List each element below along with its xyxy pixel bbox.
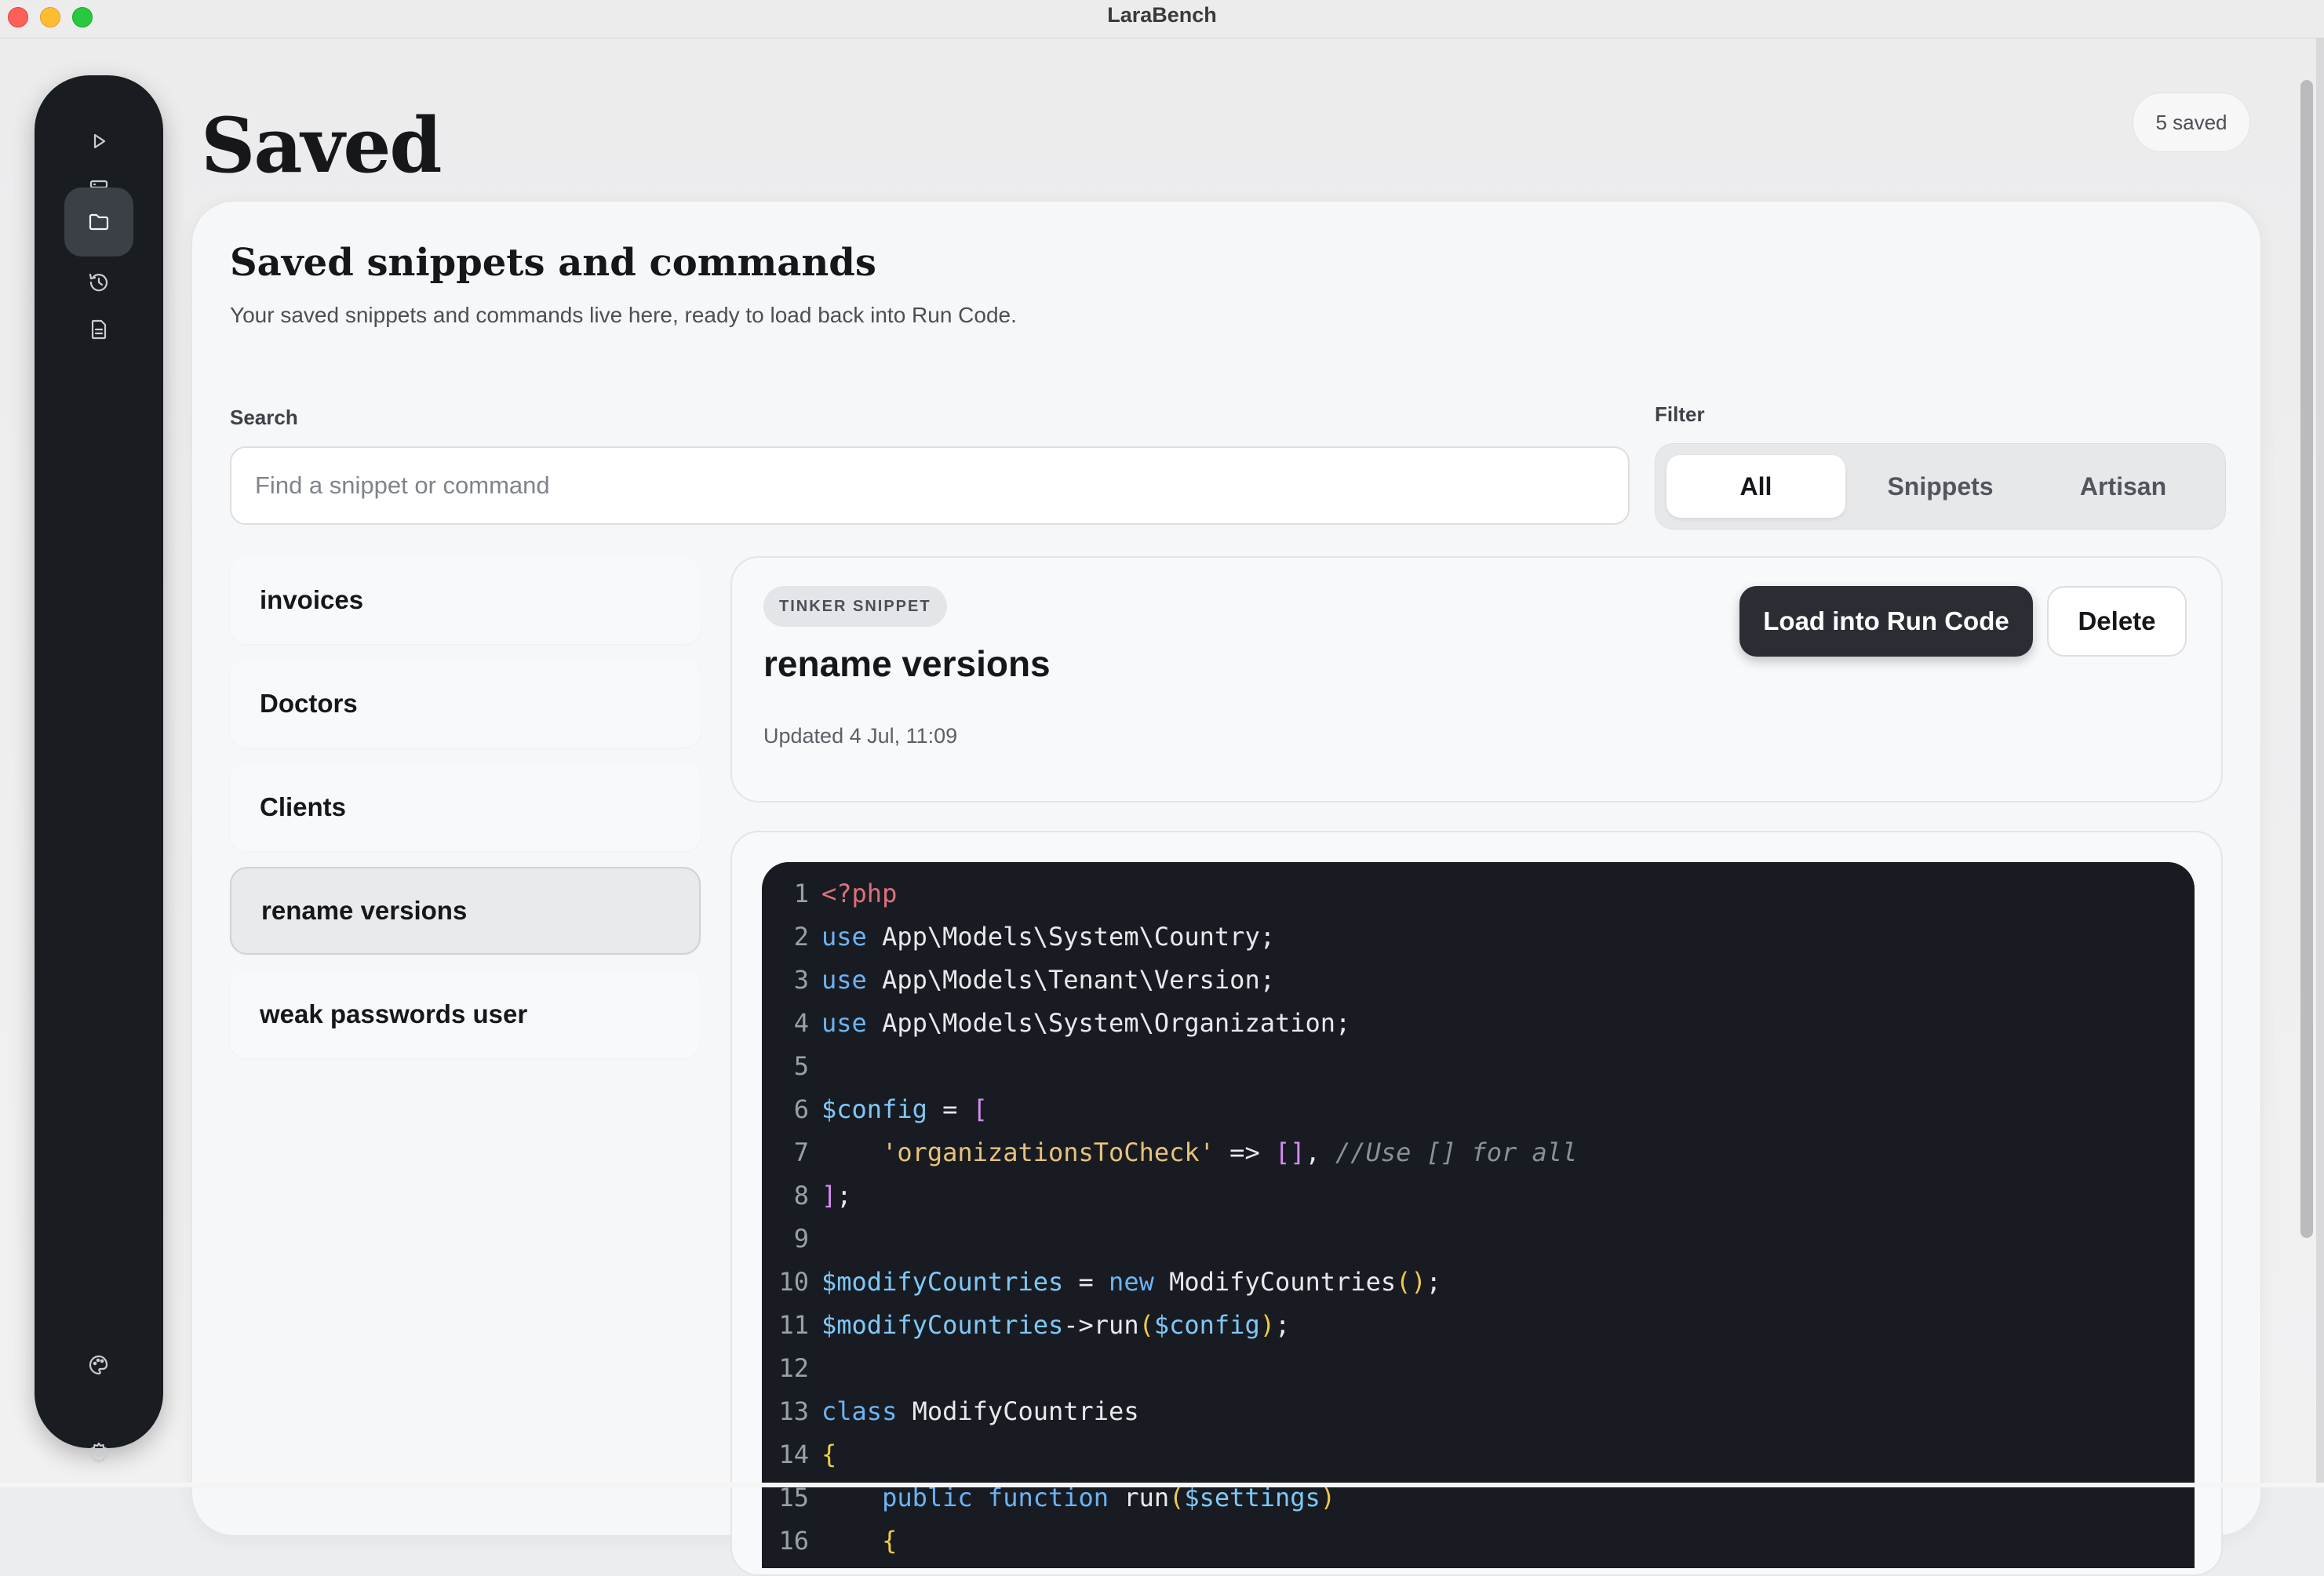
code-text: use App\Models\System\Organization; <box>821 1008 1351 1038</box>
code-line: 7 'organizationsToCheck' => [], //Use []… <box>762 1132 1578 1173</box>
card-description: Your saved snippets and commands live he… <box>230 303 1017 327</box>
line-number: 9 <box>793 1224 809 1254</box>
list-item[interactable]: Doctors <box>230 660 701 748</box>
line-number: 10 <box>778 1267 809 1297</box>
palette-icon <box>89 1355 108 1375</box>
snippet-type-tag: TINKER SNIPPET <box>763 586 947 627</box>
code-text: use App\Models\Tenant\Version; <box>821 965 1275 995</box>
window-edge <box>2316 38 2324 1487</box>
search-input[interactable] <box>230 446 1630 525</box>
code-line: 11 $modifyCountries->run($config); <box>762 1305 1290 1345</box>
filter-option-snippets[interactable]: Snippets <box>1851 455 2030 518</box>
code-line: 3 use App\Models\Tenant\Version; <box>762 959 1275 1000</box>
code-line: 6 $config = [ <box>762 1089 988 1130</box>
code-text: { <box>882 1526 898 1556</box>
line-number: 14 <box>778 1440 809 1469</box>
code-line: 8]; <box>762 1175 852 1216</box>
sidebar-item-saved[interactable] <box>64 187 133 257</box>
line-number: 8 <box>793 1181 809 1210</box>
line-number: 13 <box>778 1396 809 1426</box>
play-icon <box>93 133 106 149</box>
code-text: ]; <box>821 1181 852 1210</box>
code-text: $config = [ <box>821 1094 988 1124</box>
search-label: Search <box>230 406 298 429</box>
sidebar-item-settings[interactable] <box>64 1418 133 1487</box>
code-line: 12 <box>762 1348 821 1389</box>
line-number: 1 <box>793 879 809 908</box>
saved-count-badge: 5 saved <box>2133 93 2250 152</box>
code-line: 4 use App\Models\System\Organization; <box>762 1003 1351 1043</box>
code-text: <?php <box>821 879 898 908</box>
line-number: 3 <box>793 965 809 995</box>
line-number: 2 <box>793 922 809 952</box>
line-number: 16 <box>778 1526 809 1556</box>
icon-sidebar <box>35 75 163 1464</box>
window-bottom-edge <box>0 1483 2324 1487</box>
snippet-updated-timestamp: Updated 4 Jul, 11:09 <box>763 724 958 748</box>
code-text: $modifyCountries = new ModifyCountries()… <box>821 1267 1441 1297</box>
snippet-title: rename versions <box>763 643 1051 684</box>
code-text: class ModifyCountries <box>821 1396 1139 1426</box>
list-item[interactable]: invoices <box>230 556 701 644</box>
line-number: 5 <box>793 1051 809 1081</box>
code-text: 'organizationsToCheck' => [], //Use [] f… <box>882 1137 1578 1167</box>
code-line: 5 <box>762 1046 821 1086</box>
code-editor[interactable]: 1 <?php 2 use App\Models\System\Country; 3 us… <box>762 862 2195 1568</box>
snippet-detail-panel: TINKER SNIPPET rename versions Updated 4… <box>730 556 2223 803</box>
window-scrollbar[interactable] <box>2300 80 2313 1238</box>
saved-card: Saved snippets and commands Your saved s… <box>191 201 2261 1576</box>
list-item[interactable]: weak passwords user <box>230 970 701 1058</box>
page-title: Saved <box>201 101 443 190</box>
filter-option-artisan[interactable]: Artisan <box>2034 455 2213 518</box>
filter-segmented-control: All Snippets Artisan <box>1655 443 2226 530</box>
app-window: Saved 5 saved Saved snippets and command… <box>0 38 2324 1576</box>
delete-button[interactable]: Delete <box>2047 586 2187 657</box>
line-number: 12 <box>778 1353 809 1383</box>
code-line: 9 <box>762 1218 821 1259</box>
line-number: 7 <box>793 1137 809 1167</box>
folder-icon <box>89 213 109 231</box>
filter-option-all[interactable]: All <box>1667 455 1845 518</box>
window-titlebar: LaraBench <box>0 0 2324 38</box>
load-into-run-code-button[interactable]: Load into Run Code <box>1739 586 2033 657</box>
list-item-selected[interactable]: rename versions <box>230 867 701 955</box>
line-number: 6 <box>793 1094 809 1124</box>
code-line: 1 <?php <box>762 873 898 914</box>
line-number: 4 <box>793 1008 809 1038</box>
code-text: { <box>821 1440 837 1469</box>
history-icon <box>89 273 108 292</box>
code-line: 13 class ModifyCountries <box>762 1391 1139 1432</box>
code-text: use App\Models\System\Country; <box>821 922 1275 952</box>
code-line: 10 $modifyCountries = new ModifyCountries… <box>762 1261 1441 1302</box>
code-panel: 1 <?php 2 use App\Models\System\Country; 3 us… <box>730 831 2223 1576</box>
code-text: $modifyCountries->run($config); <box>821 1310 1291 1340</box>
gear-icon <box>89 1442 109 1464</box>
card-heading: Saved snippets and commands <box>230 241 876 285</box>
sidebar-item-theme[interactable] <box>64 1330 133 1399</box>
sidebar-item-logs[interactable] <box>64 295 133 364</box>
document-icon <box>91 319 107 340</box>
code-line: 14 { <box>762 1434 836 1475</box>
code-line: 2 use App\Models\System\Country; <box>762 916 1275 957</box>
code-line: 16 { <box>762 1520 897 1561</box>
line-number: 11 <box>778 1310 809 1340</box>
window-title: LaraBench <box>1107 3 1217 27</box>
filter-label: Filter <box>1655 402 1705 426</box>
list-item[interactable]: Clients <box>230 763 701 851</box>
